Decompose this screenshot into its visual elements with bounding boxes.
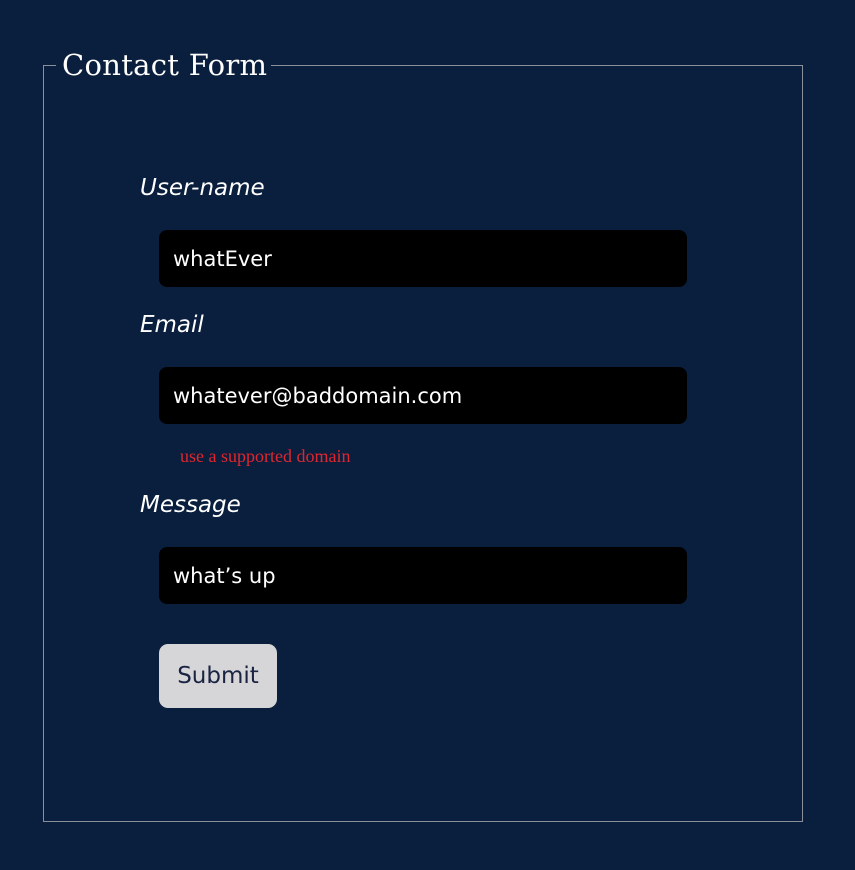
message-label: Message xyxy=(140,492,241,518)
username-label: User-name xyxy=(140,175,265,201)
submit-button[interactable]: Submit xyxy=(159,644,277,708)
email-input[interactable] xyxy=(159,367,687,424)
email-label: Email xyxy=(140,312,204,338)
email-error-message: use a supported domain xyxy=(180,446,351,466)
form-title: Contact Form xyxy=(62,48,268,82)
contact-form: Contact Form xyxy=(43,51,803,822)
page: Contact Form User-name Email use a suppo… xyxy=(0,0,855,870)
username-input[interactable] xyxy=(159,230,687,287)
message-input[interactable] xyxy=(159,547,687,604)
